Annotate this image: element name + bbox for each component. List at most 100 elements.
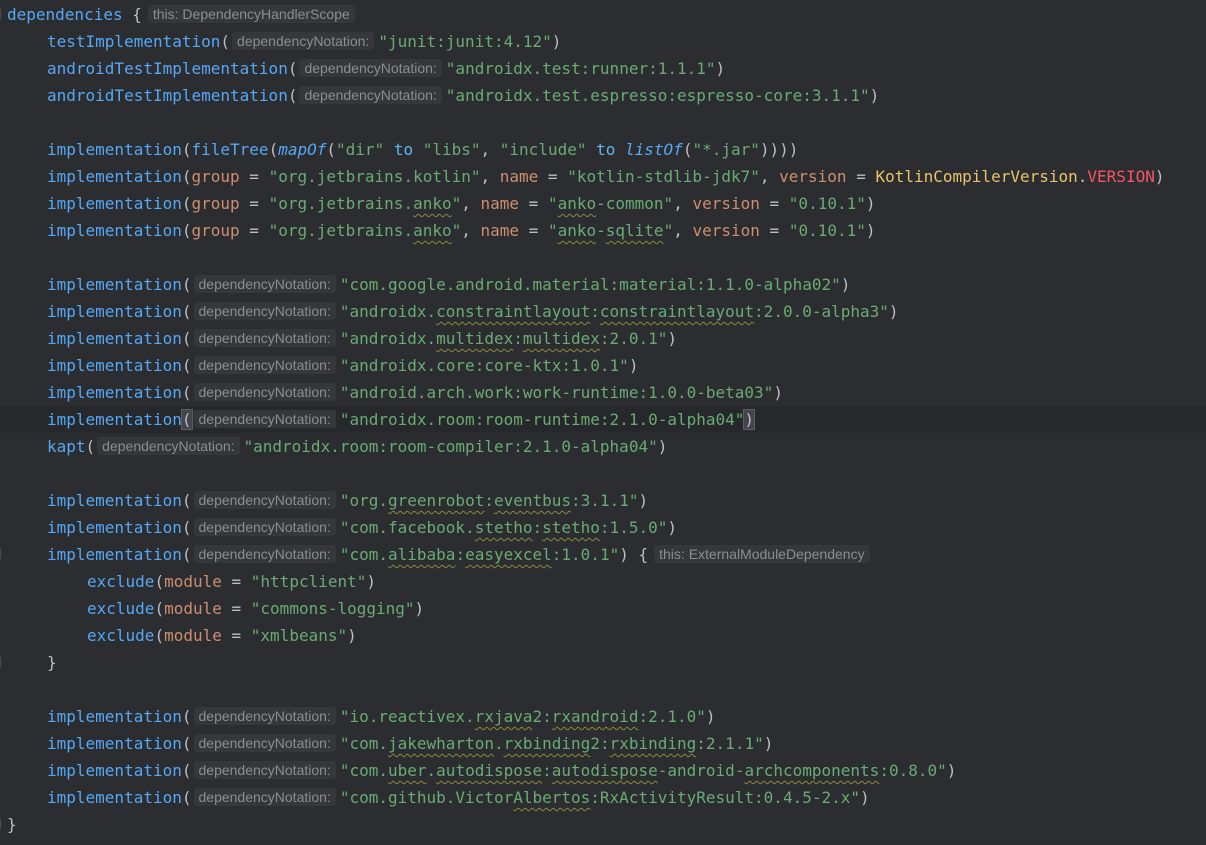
code-line[interactable]: }	[0, 811, 1206, 838]
code-line[interactable]: exclude(module = "commons-logging")	[0, 595, 1206, 622]
code-line[interactable]: implementation(dependencyNotation: "andro…	[0, 352, 1206, 379]
paren: )	[667, 329, 677, 348]
paren: )	[638, 491, 649, 510]
string-part: "org.	[339, 491, 388, 510]
inlay-hint: dependencyNotation:	[193, 491, 336, 509]
string-part: -	[596, 221, 606, 240]
code-editor[interactable]: dependencies {this: DependencyHandlerSco…	[0, 0, 1206, 845]
string-literal: "xmlbeans"	[250, 626, 348, 645]
inlay-hint: dependencyNotation:	[193, 545, 336, 563]
code-line[interactable]: implementation(dependencyNotation: "com.j…	[0, 730, 1206, 757]
typo-warning: rxandroid	[551, 707, 639, 726]
code-line[interactable]: implementation(dependencyNotation: "com.f…	[0, 514, 1206, 541]
string-part: :	[484, 491, 494, 510]
string-literal: "com.facebook.stetho:stetho:1.5.0"	[340, 518, 668, 537]
paren: (	[682, 140, 693, 159]
operator: =	[519, 194, 548, 213]
code-line[interactable]: implementation(dependencyNotation: "com.u…	[0, 757, 1206, 784]
code-line[interactable]: androidTestImplementation(dependencyNota…	[0, 82, 1206, 109]
code-line[interactable]: kapt(dependencyNotation: "androidx.room:r…	[0, 433, 1206, 460]
paren: (	[268, 140, 279, 159]
code-line[interactable]: implementation(dependencyNotation: "com.g…	[0, 784, 1206, 811]
typo-warning: anko	[413, 221, 452, 240]
string-literal: "androidx.room:room-compiler:2.1.0-alpha…	[243, 437, 658, 456]
paren: )	[773, 383, 783, 402]
string-literal: "libs"	[422, 140, 481, 159]
paren: )	[888, 302, 899, 321]
paren: )	[551, 32, 562, 51]
code-line[interactable]: testImplementation(dependencyNotation: "j…	[0, 28, 1206, 55]
code-line[interactable]: implementation(dependencyNotation: "andro…	[0, 325, 1206, 352]
code-line[interactable]: exclude(module = "xmlbeans")	[0, 622, 1206, 649]
inlay-hint: dependencyNotation:	[97, 437, 240, 455]
code-line[interactable]: implementation(dependencyNotation: "io.re…	[0, 703, 1206, 730]
named-argument: module	[164, 626, 222, 645]
string-part: :	[513, 329, 523, 348]
function-call: fileTree	[191, 140, 269, 159]
code-line[interactable]: exclude(module = "httpclient")	[0, 568, 1206, 595]
string-part: "	[451, 221, 462, 240]
paren: )	[840, 275, 851, 294]
inlay-hint: dependencyNotation:	[193, 734, 336, 752]
function-call: implementation	[47, 302, 182, 321]
separator: ,	[673, 221, 693, 240]
string-part: :	[590, 302, 600, 321]
inlay-hint: dependencyNotation:	[193, 788, 336, 806]
operator: .	[1077, 167, 1088, 186]
operator: =	[221, 572, 251, 591]
code-line[interactable]: implementation(dependencyNotation: "com.g…	[0, 271, 1206, 298]
string-literal: "org.jetbrains.kotlin"	[268, 167, 481, 186]
fold-marker-icon[interactable]	[0, 549, 4, 559]
fold-marker-icon[interactable]	[0, 9, 4, 19]
typo-warning: constraintlayout	[436, 302, 591, 321]
string-part: "org.jetbrains.	[268, 221, 414, 240]
named-argument: name	[480, 194, 520, 213]
code-line[interactable]: androidTestImplementation(dependencyNota…	[0, 55, 1206, 82]
string-literal: "androidx.room:room-runtime:2.1.0-alpha0…	[339, 410, 745, 429]
paren: (	[181, 707, 192, 726]
infix-keyword: to	[586, 140, 626, 159]
typo-warning: anko	[557, 221, 597, 240]
operator: =	[239, 167, 269, 186]
inlay-hint: dependencyNotation:	[193, 383, 336, 401]
code-line[interactable]: implementation(dependencyNotation: "andro…	[0, 298, 1206, 325]
function-call: implementation	[47, 761, 182, 780]
close-brace: }	[7, 815, 17, 834]
string-literal: "0.10.1"	[788, 194, 866, 213]
string-literal: "io.reactivex.rxjava2:rxandroid:2.1.0"	[340, 707, 706, 726]
paren: (	[181, 194, 192, 213]
code-line[interactable]: dependencies {this: DependencyHandlerSco…	[0, 1, 1206, 28]
fold-marker-icon[interactable]	[0, 819, 4, 829]
paren: (	[181, 140, 192, 159]
code-line[interactable]: implementation(group = "org.jetbrains.an…	[0, 217, 1206, 244]
operator: =	[221, 599, 251, 618]
function-call: implementation	[47, 545, 182, 564]
current-code-line[interactable]: implementation(dependencyNotation: "andro…	[0, 406, 1206, 433]
code-line[interactable]: implementation(group = "org.jetbrains.ko…	[0, 163, 1206, 190]
typo-warning: Albertos	[513, 788, 591, 807]
code-line[interactable]: implementation(dependencyNotation: "andro…	[0, 379, 1206, 406]
string-literal: "androidx.test:runner:1.1.1"	[445, 59, 716, 78]
code-line[interactable]: implementation(dependencyNotation: "org.g…	[0, 487, 1206, 514]
function-call: androidTestImplementation	[47, 59, 288, 78]
string-part: 2:	[590, 734, 610, 753]
operator: =	[239, 194, 269, 213]
paren: (	[181, 329, 192, 348]
typo-warning: easyexcel	[465, 545, 552, 564]
string-part: :1.0.1"	[551, 545, 620, 564]
string-literal: "0.10.1"	[788, 221, 866, 240]
string-literal: "androidx.constraintlayout:constraintlay…	[340, 302, 889, 321]
string-part: "	[547, 221, 558, 240]
infix-keyword: to	[384, 140, 423, 159]
fold-marker-icon[interactable]	[0, 657, 4, 667]
operator: =	[759, 194, 789, 213]
string-part: .	[493, 734, 504, 753]
paren: (	[154, 599, 165, 618]
string-part: "androidx.	[339, 329, 437, 348]
code-line[interactable]: implementation(dependencyNotation: "com.a…	[0, 541, 1206, 568]
code-line[interactable]: implementation(fileTree(mapOf("dir" to "…	[0, 136, 1206, 163]
paren: (	[326, 140, 337, 159]
code-line[interactable]: implementation(group = "org.jetbrains.an…	[0, 190, 1206, 217]
code-line[interactable]: }	[0, 649, 1206, 676]
string-part: -common"	[596, 194, 674, 213]
